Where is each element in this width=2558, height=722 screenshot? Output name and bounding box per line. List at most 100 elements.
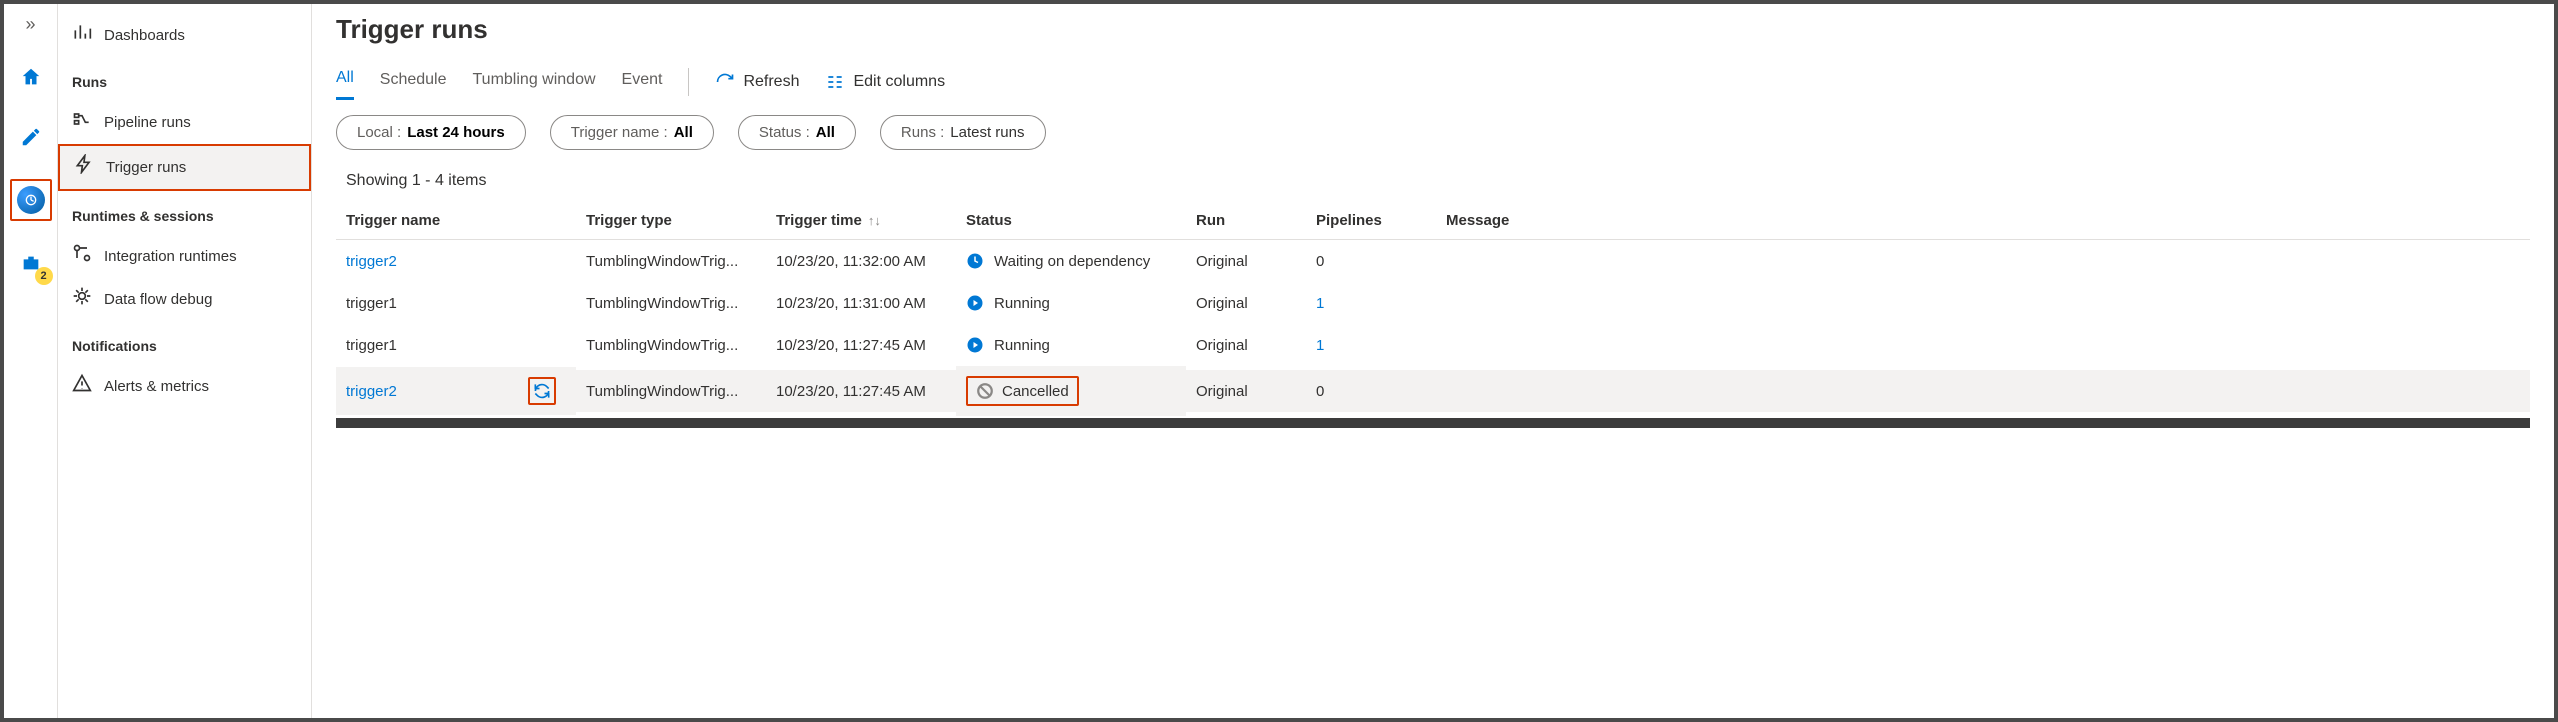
col-trigger-name[interactable]: Trigger name xyxy=(336,202,576,240)
sidebar-item-integration-runtimes[interactable]: Integration runtimes xyxy=(58,235,311,278)
sidebar-heading-notifications: Notifications xyxy=(58,327,311,365)
nav-rail: » 2 xyxy=(4,4,58,718)
sidebar-label-alerts-metrics: Alerts & metrics xyxy=(104,376,209,398)
col-pipelines[interactable]: Pipelines xyxy=(1306,202,1436,240)
cell-trigger-name: trigger1 xyxy=(336,324,576,366)
cell-pipelines: 1 xyxy=(1306,282,1436,324)
main-content: Trigger runs All Schedule Tumbling windo… xyxy=(312,4,2554,718)
cancelled-icon xyxy=(976,382,994,400)
cell-status: Cancelled xyxy=(956,366,1186,416)
status-text: Running xyxy=(994,337,1050,354)
trigger-name-link: trigger1 xyxy=(346,295,397,312)
pipeline-runs-icon xyxy=(72,109,92,136)
tab-schedule[interactable]: Schedule xyxy=(380,65,447,99)
refresh-button[interactable]: Refresh xyxy=(715,72,799,92)
tab-separator xyxy=(688,68,689,96)
tab-tumbling-window[interactable]: Tumbling window xyxy=(473,65,596,99)
status-text: Running xyxy=(994,295,1050,312)
cell-run: Original xyxy=(1186,324,1306,366)
filter-bar: Local : Last 24 hours Trigger name : All… xyxy=(336,115,2530,150)
cell-run: Original xyxy=(1186,240,1306,282)
cell-trigger-name: trigger2 xyxy=(336,240,576,282)
trigger-name-link[interactable]: trigger2 xyxy=(346,253,397,270)
status-text: Waiting on dependency xyxy=(994,253,1150,270)
pipelines-count[interactable]: 1 xyxy=(1316,337,1324,354)
tab-all[interactable]: All xyxy=(336,63,354,100)
showing-count: Showing 1 - 4 items xyxy=(346,172,2530,190)
sidebar-heading-runs: Runs xyxy=(58,63,311,101)
sidebar-item-dashboards[interactable]: Dashboards xyxy=(58,14,311,57)
dashboards-icon xyxy=(72,22,92,49)
pipelines-count: 0 xyxy=(1316,383,1324,400)
col-status[interactable]: Status xyxy=(956,202,1186,240)
monitor-icon-selected[interactable] xyxy=(10,179,52,221)
sidebar-label-pipeline-runs: Pipeline runs xyxy=(104,112,191,134)
filter-local-time[interactable]: Local : Last 24 hours xyxy=(336,115,526,150)
author-pencil-icon[interactable] xyxy=(13,119,49,155)
cell-message xyxy=(1436,324,2530,366)
manage-toolbox-icon[interactable]: 2 xyxy=(13,245,49,281)
cell-trigger-time: 10/23/20, 11:27:45 AM xyxy=(766,370,956,412)
tab-bar: All Schedule Tumbling window Event Refre… xyxy=(336,63,2530,101)
sidebar-label-data-flow-debug: Data flow debug xyxy=(104,289,212,311)
sidebar-label-dashboards: Dashboards xyxy=(104,25,185,47)
col-trigger-time[interactable]: Trigger time ↑↓ xyxy=(766,202,956,240)
sidebar: Dashboards Runs Pipeline runs Trigger ru… xyxy=(58,4,312,718)
running-icon xyxy=(966,336,984,354)
status-text: Cancelled xyxy=(1002,383,1069,400)
filter-runs[interactable]: Runs : Latest runs xyxy=(880,115,1046,150)
cell-message xyxy=(1436,370,2530,412)
edit-columns-button[interactable]: Edit columns xyxy=(825,72,945,92)
trigger-runs-icon xyxy=(74,154,94,181)
cell-status: Running xyxy=(956,282,1186,324)
running-icon xyxy=(966,294,984,312)
cell-status: Running xyxy=(956,324,1186,366)
sidebar-item-trigger-runs[interactable]: Trigger runs xyxy=(58,144,311,191)
cell-run: Original xyxy=(1186,370,1306,412)
alerts-icon xyxy=(72,373,92,400)
cell-status: Waiting on dependency xyxy=(956,240,1186,282)
filter-status[interactable]: Status : All xyxy=(738,115,856,150)
integration-runtimes-icon xyxy=(72,243,92,270)
cell-trigger-time: 10/23/20, 11:32:00 AM xyxy=(766,240,956,282)
col-message[interactable]: Message xyxy=(1436,202,2530,240)
toolbox-badge: 2 xyxy=(35,267,53,285)
sidebar-item-data-flow-debug[interactable]: Data flow debug xyxy=(58,278,311,321)
cell-trigger-type: TumblingWindowTrig... xyxy=(576,324,766,366)
clock-icon xyxy=(966,252,984,270)
filter-trigger-name[interactable]: Trigger name : All xyxy=(550,115,714,150)
expand-rail-icon[interactable]: » xyxy=(25,14,35,35)
edit-columns-label: Edit columns xyxy=(853,73,945,91)
tab-event[interactable]: Event xyxy=(622,65,663,99)
sidebar-item-alerts-metrics[interactable]: Alerts & metrics xyxy=(58,365,311,408)
pipelines-count[interactable]: 1 xyxy=(1316,295,1324,312)
cell-trigger-time: 10/23/20, 11:27:45 AM xyxy=(766,324,956,366)
home-icon[interactable] xyxy=(13,59,49,95)
col-trigger-type[interactable]: Trigger type xyxy=(576,202,766,240)
cell-trigger-type: TumblingWindowTrig... xyxy=(576,282,766,324)
cell-pipelines: 1 xyxy=(1306,324,1436,366)
sidebar-label-trigger-runs: Trigger runs xyxy=(106,157,186,179)
trigger-name-link[interactable]: trigger2 xyxy=(346,383,397,400)
sidebar-item-pipeline-runs[interactable]: Pipeline runs xyxy=(58,101,311,144)
trigger-name-link: trigger1 xyxy=(346,337,397,354)
pipelines-count: 0 xyxy=(1316,253,1324,270)
horizontal-scrollbar[interactable] xyxy=(336,418,2530,428)
sort-arrows-icon: ↑↓ xyxy=(868,213,881,228)
cancelled-highlight: Cancelled xyxy=(966,376,1079,406)
cell-message xyxy=(1436,240,2530,282)
cell-pipelines: 0 xyxy=(1306,240,1436,282)
rerun-button[interactable] xyxy=(528,377,556,405)
col-run[interactable]: Run xyxy=(1186,202,1306,240)
cell-trigger-type: TumblingWindowTrig... xyxy=(576,370,766,412)
sidebar-heading-runtimes: Runtimes & sessions xyxy=(58,197,311,235)
cell-trigger-type: TumblingWindowTrig... xyxy=(576,240,766,282)
cell-message xyxy=(1436,282,2530,324)
cell-pipelines: 0 xyxy=(1306,370,1436,412)
cell-trigger-name: trigger2 xyxy=(336,367,576,415)
results-table: Trigger name Trigger type Trigger time ↑… xyxy=(336,202,2530,416)
refresh-label: Refresh xyxy=(743,73,799,91)
cell-trigger-time: 10/23/20, 11:31:00 AM xyxy=(766,282,956,324)
page-title: Trigger runs xyxy=(336,14,2530,45)
sidebar-label-integration-runtimes: Integration runtimes xyxy=(104,246,237,268)
